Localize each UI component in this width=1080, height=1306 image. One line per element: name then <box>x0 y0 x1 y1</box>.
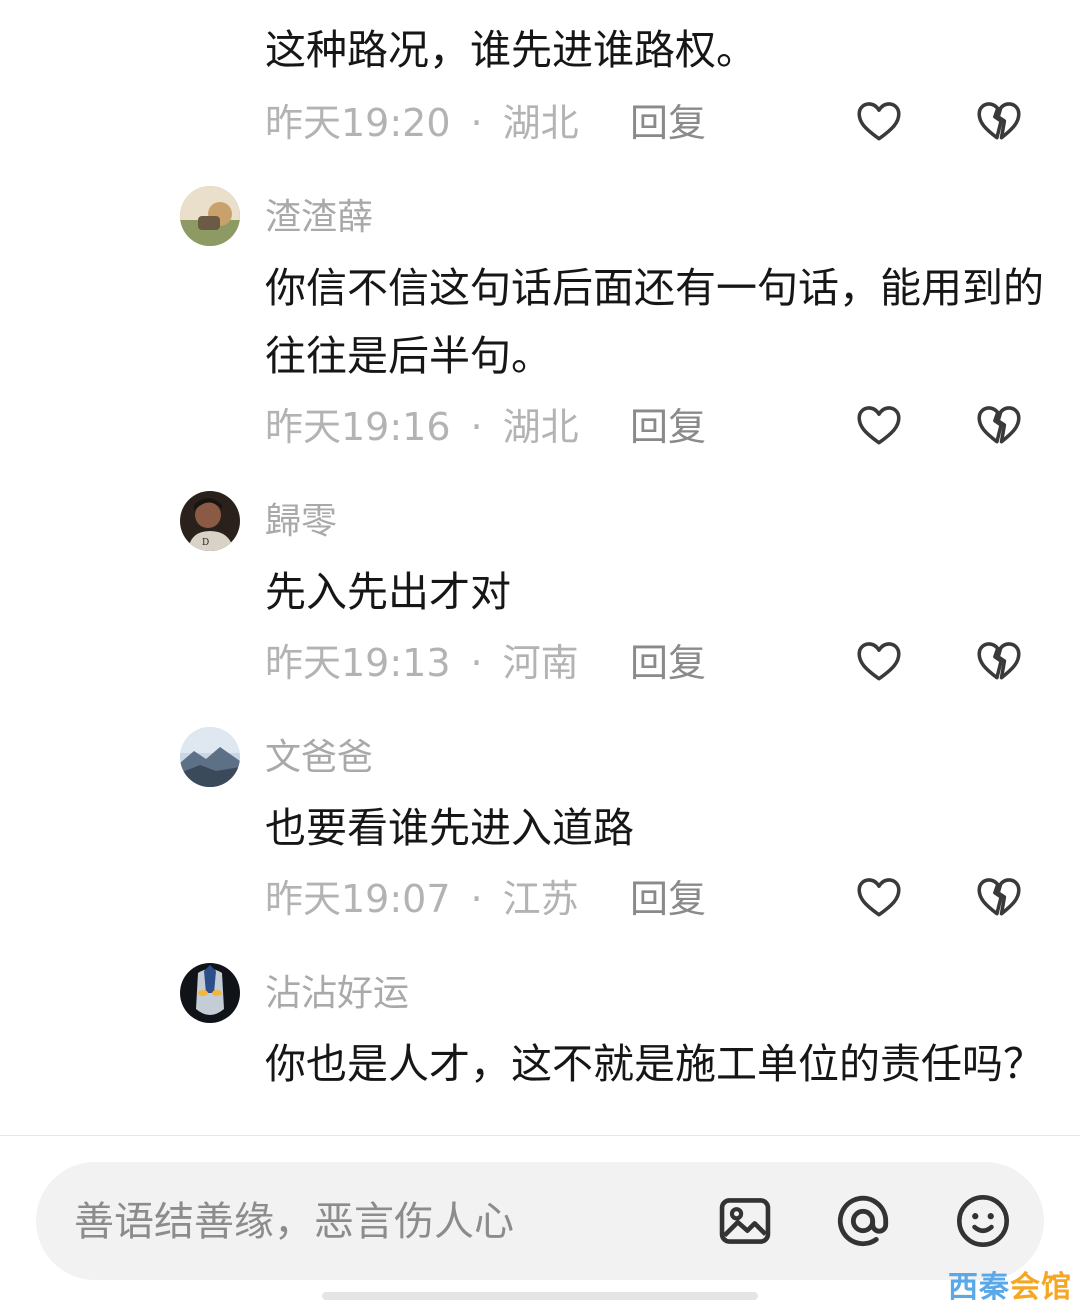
image-icon[interactable] <box>716 1192 774 1250</box>
meta-separator: · <box>470 405 483 449</box>
watermark-logo: 西秦会馆 <box>948 1262 1072 1306</box>
reply-button[interactable]: 回复 <box>630 876 706 922</box>
home-indicator[interactable] <box>322 1292 758 1300</box>
comment-username[interactable]: 渣渣薛 <box>265 198 373 238</box>
comment-text: 你也是人才，这不就是施工单位的责任吗？ <box>265 1040 1044 1088</box>
comment-meta: 昨天19:07 · 江苏 <box>265 876 579 922</box>
comment-text: 你信不信这句话后面还有一句话，能用到的往往是后半句。 <box>265 264 1044 380</box>
comment-meta: 昨天19:16 · 湖北 <box>265 404 579 450</box>
avatar[interactable] <box>180 186 240 246</box>
comment-input[interactable] <box>72 1184 716 1260</box>
comment-time: 昨天19:16 <box>265 405 451 449</box>
reply-button[interactable]: 回复 <box>630 404 706 450</box>
comment-meta: 昨天19:13 · 河南 <box>265 640 579 686</box>
comment-time: 昨天19:20 <box>265 101 451 145</box>
heart-outline-icon[interactable] <box>854 400 904 450</box>
svg-text:D: D <box>202 538 209 548</box>
comment-username[interactable]: 歸零 <box>265 502 337 542</box>
heart-outline-icon[interactable] <box>854 96 904 146</box>
meta-separator: · <box>470 101 483 145</box>
comment-time: 昨天19:13 <box>265 641 451 685</box>
broken-heart-icon[interactable] <box>974 872 1024 922</box>
reply-button[interactable]: 回复 <box>630 100 706 146</box>
comment-username[interactable]: 沾沾好运 <box>265 974 409 1014</box>
avatar[interactable]: D <box>180 491 240 551</box>
broken-heart-icon[interactable] <box>974 96 1024 146</box>
heart-outline-icon[interactable] <box>854 636 904 686</box>
comment-location: 湖北 <box>502 101 579 145</box>
comment-location: 江苏 <box>502 877 579 921</box>
comment-text: 先入先出才对 <box>265 568 511 616</box>
avatar[interactable] <box>180 963 240 1023</box>
avatar[interactable] <box>180 727 240 787</box>
at-sign-icon[interactable] <box>834 1192 892 1250</box>
comment-time: 昨天19:07 <box>265 877 451 921</box>
meta-separator: · <box>470 877 483 921</box>
watermark-part2: 会馆 <box>1010 1270 1072 1305</box>
broken-heart-icon[interactable] <box>974 400 1024 450</box>
broken-heart-icon[interactable] <box>974 636 1024 686</box>
comment-input-bar <box>0 1135 1080 1305</box>
comment-meta: 昨天19:20 · 湖北 <box>265 100 579 146</box>
comment-text: 也要看谁先进入道路 <box>265 804 634 852</box>
comment-location: 河南 <box>502 641 579 685</box>
comment-text: 这种路况，谁先进谁路权。 <box>265 26 757 74</box>
meta-separator: · <box>470 641 483 685</box>
reply-button[interactable]: 回复 <box>630 640 706 686</box>
comment-input-container[interactable] <box>36 1162 1044 1280</box>
comment-location: 湖北 <box>502 405 579 449</box>
comment-username[interactable]: 文爸爸 <box>265 738 373 778</box>
heart-outline-icon[interactable] <box>854 872 904 922</box>
watermark-part1: 西秦 <box>948 1270 1010 1305</box>
emoji-icon[interactable] <box>954 1192 1012 1250</box>
